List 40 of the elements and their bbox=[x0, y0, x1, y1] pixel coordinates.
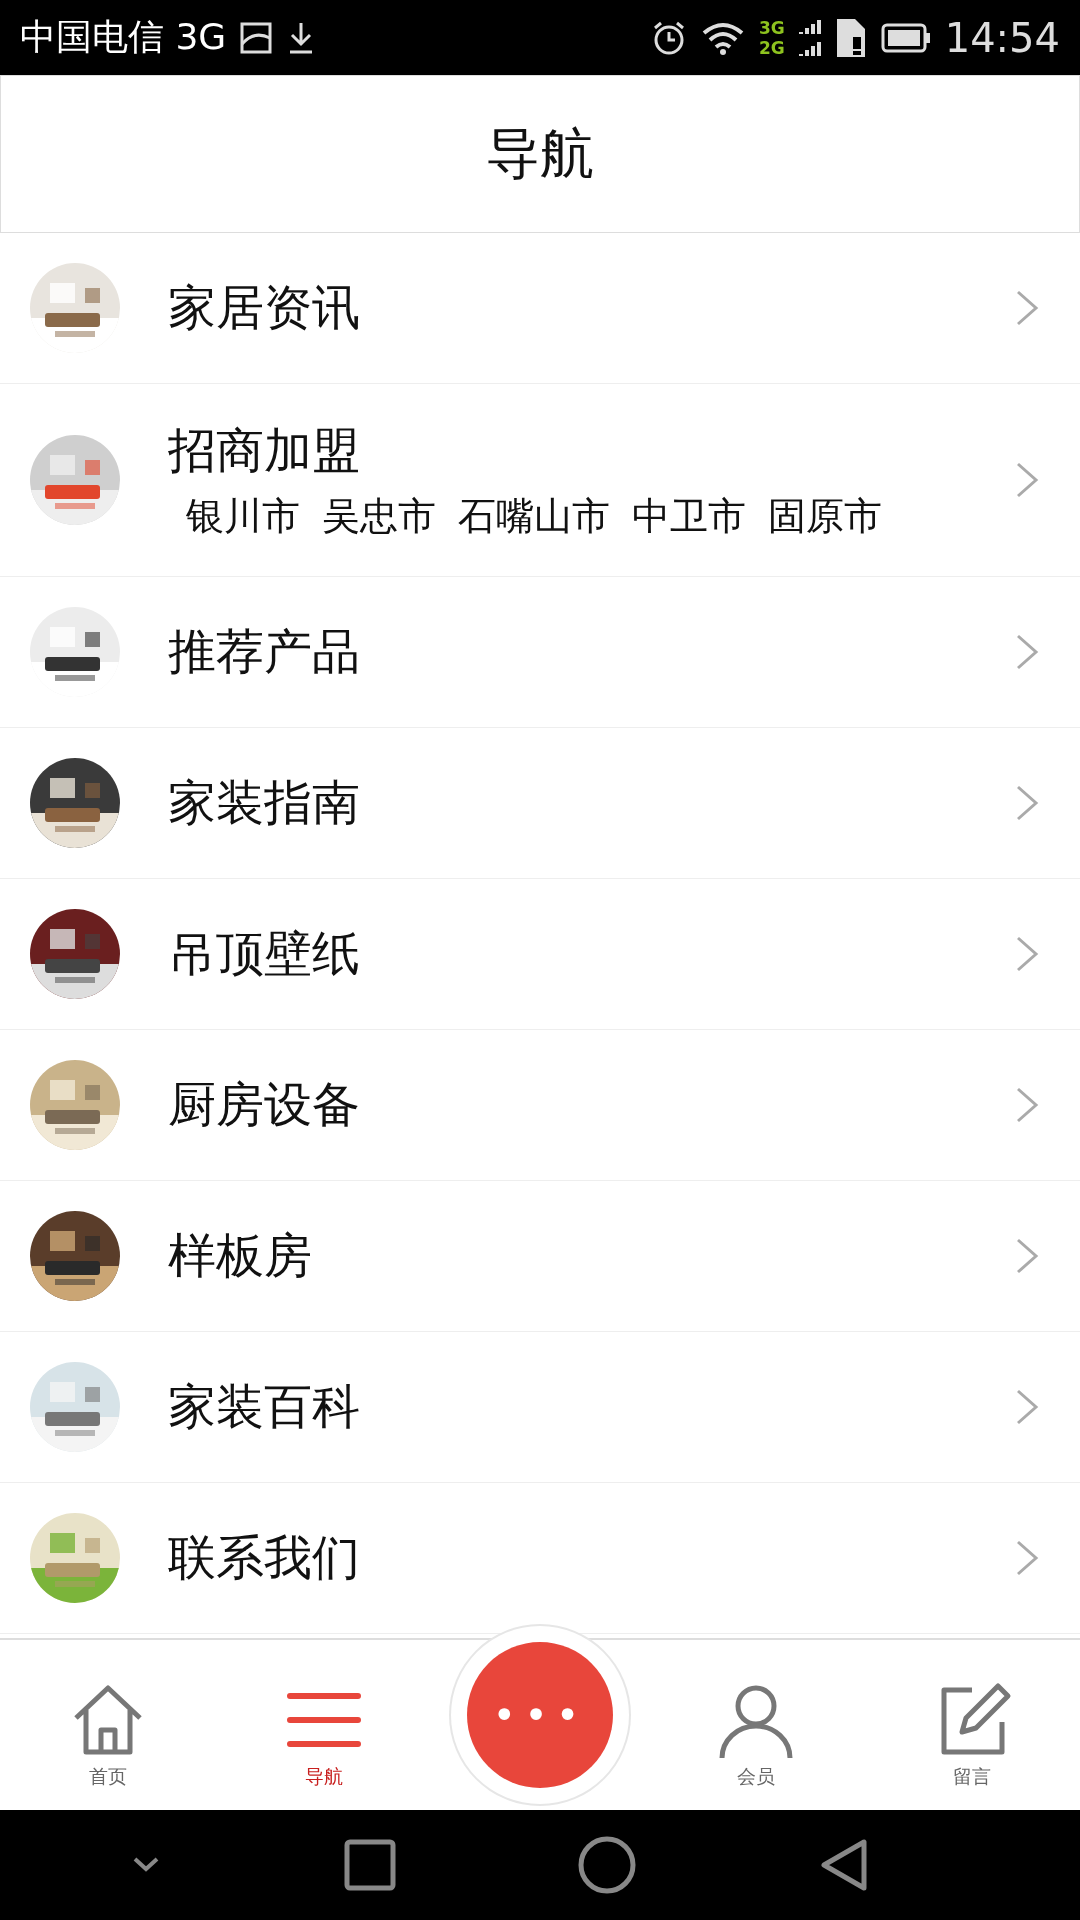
clock-time: 14:54 bbox=[944, 14, 1060, 61]
item-title: 联系我们 bbox=[168, 1528, 361, 1587]
city-link[interactable]: 固原市 bbox=[768, 490, 882, 542]
sim-card-icon bbox=[834, 16, 867, 59]
chevron-icon bbox=[1014, 1387, 1040, 1427]
tab[interactable]: 会员 bbox=[648, 1680, 864, 1810]
page-title: 导航 bbox=[486, 120, 594, 187]
chevron-icon bbox=[1014, 1085, 1040, 1125]
tab[interactable]: 导航 bbox=[216, 1680, 432, 1810]
image-icon bbox=[240, 21, 273, 54]
chevron-icon bbox=[1014, 632, 1040, 672]
city-link[interactable]: 吴忠市 bbox=[322, 490, 436, 542]
item-title: 推荐产品 bbox=[168, 622, 361, 681]
chevron-icon bbox=[1014, 783, 1040, 823]
city-link[interactable]: 银川市 bbox=[186, 490, 300, 542]
chevron-icon bbox=[1014, 934, 1040, 974]
item-title: 厨房设备 bbox=[168, 1075, 361, 1134]
chevron-icon bbox=[1014, 288, 1040, 328]
battery-icon bbox=[880, 22, 931, 53]
back-icon bbox=[818, 1838, 869, 1892]
item-title: 吊顶壁纸 bbox=[168, 924, 361, 983]
city-link[interactable]: 中卫市 bbox=[632, 490, 746, 542]
item-title: 家装指南 bbox=[168, 773, 361, 832]
chevron-icon bbox=[1014, 1538, 1040, 1578]
city-link[interactable]: 石嘴山市 bbox=[458, 490, 610, 542]
home-circle-icon bbox=[578, 1836, 637, 1894]
square-icon bbox=[343, 1839, 396, 1891]
tab[interactable]: 首页 bbox=[0, 1680, 216, 1810]
chevron-icon bbox=[1014, 1236, 1040, 1276]
network-label: 2G bbox=[758, 37, 785, 58]
chevron-icon bbox=[1014, 460, 1040, 500]
item-title: 样板房 bbox=[168, 1226, 313, 1285]
network-label: 3G bbox=[758, 17, 785, 38]
item-title: 家居资讯 bbox=[168, 278, 361, 337]
tab[interactable]: 留言 bbox=[864, 1680, 1080, 1810]
carrier-text: 中国电信 3G bbox=[20, 15, 227, 59]
item-title: 招商加盟 bbox=[168, 420, 361, 480]
wifi-icon bbox=[700, 20, 745, 55]
signal-icon bbox=[798, 17, 821, 58]
item-title: 家装百科 bbox=[168, 1377, 361, 1436]
